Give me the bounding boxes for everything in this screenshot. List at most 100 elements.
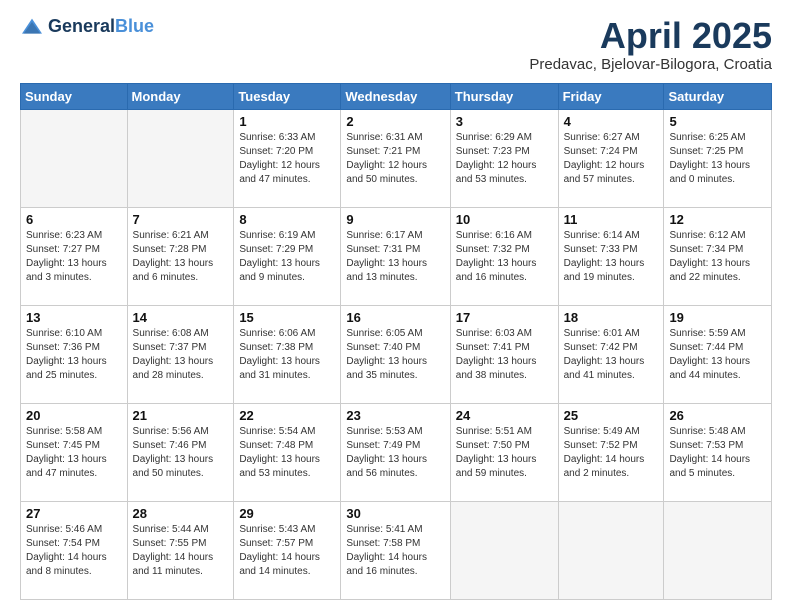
day-number: 2 (346, 114, 444, 129)
calendar-row-2: 13 Sunrise: 6:10 AM Sunset: 7:36 PM Dayli… (21, 305, 772, 403)
day-number: 26 (669, 408, 766, 423)
header-tuesday: Tuesday (234, 83, 341, 109)
header-sunday: Sunday (21, 83, 128, 109)
day-number: 16 (346, 310, 444, 325)
day-number: 12 (669, 212, 766, 227)
calendar-cell: 3Sunrise: 6:29 AM Sunset: 7:23 PM Daylig… (450, 109, 558, 207)
day-info: Sunrise: 6:08 AM Sunset: 7:37 PM Dayligh… (133, 327, 229, 383)
calendar-cell: 2 Sunrise: 6:31 AM Sunset: 7:21 PM Daylig… (341, 109, 450, 207)
day-number: 15 (239, 310, 335, 325)
day-number: 7 (133, 212, 229, 227)
calendar-cell: 17 Sunrise: 6:03 AM Sunset: 7:41 PM Dayli… (450, 305, 558, 403)
calendar-table: Sunday Monday Tuesday Wednesday Thursday… (20, 83, 772, 600)
day-number: 27 (26, 506, 122, 521)
day-info: Sunrise: 6:05 AM Sunset: 7:40 PM Dayligh… (346, 327, 444, 383)
logo-icon (20, 17, 44, 37)
day-number: 6 (26, 212, 122, 227)
day-number: 1 (239, 114, 335, 129)
day-number: 23 (346, 408, 444, 423)
day-info: Sunrise: 5:53 AM Sunset: 7:49 PM Dayligh… (346, 425, 444, 481)
day-number: 5 (669, 114, 766, 129)
calendar-cell: 16 Sunrise: 6:05 AM Sunset: 7:40 PM Dayli… (341, 305, 450, 403)
day-info: Sunrise: 5:43 AM Sunset: 7:57 PM Dayligh… (239, 523, 335, 579)
day-info: Sunrise: 6:17 AM Sunset: 7:31 PM Dayligh… (346, 229, 444, 285)
calendar-cell: 24 Sunrise: 5:51 AM Sunset: 7:50 PM Dayli… (450, 403, 558, 501)
calendar-cell: 10Sunrise: 6:16 AM Sunset: 7:32 PM Dayli… (450, 207, 558, 305)
day-info: Sunrise: 6:33 AM Sunset: 7:20 PM Dayligh… (239, 131, 335, 187)
day-number: 20 (26, 408, 122, 423)
calendar-row-1: 6 Sunrise: 6:23 AM Sunset: 7:27 PM Daylig… (21, 207, 772, 305)
day-info: Sunrise: 5:44 AM Sunset: 7:55 PM Dayligh… (133, 523, 229, 579)
calendar-row-3: 20Sunrise: 5:58 AM Sunset: 7:45 PM Dayli… (21, 403, 772, 501)
calendar-row-0: 1 Sunrise: 6:33 AM Sunset: 7:20 PM Daylig… (21, 109, 772, 207)
calendar-cell: 11 Sunrise: 6:14 AM Sunset: 7:33 PM Dayli… (558, 207, 664, 305)
day-info: Sunrise: 6:16 AM Sunset: 7:32 PM Dayligh… (456, 229, 553, 285)
day-number: 24 (456, 408, 553, 423)
day-info: Sunrise: 5:41 AM Sunset: 7:58 PM Dayligh… (346, 523, 444, 579)
day-number: 13 (26, 310, 122, 325)
calendar-cell: 22 Sunrise: 5:54 AM Sunset: 7:48 PM Dayli… (234, 403, 341, 501)
day-info: Sunrise: 6:21 AM Sunset: 7:28 PM Dayligh… (133, 229, 229, 285)
day-info: Sunrise: 6:25 AM Sunset: 7:25 PM Dayligh… (669, 131, 766, 187)
header-saturday: Saturday (664, 83, 772, 109)
day-number: 17 (456, 310, 553, 325)
day-info: Sunrise: 6:06 AM Sunset: 7:38 PM Dayligh… (239, 327, 335, 383)
header: GeneralBlue April 2025 Predavac, Bjelova… (20, 16, 772, 73)
logo-general: GeneralBlue (48, 16, 154, 37)
day-info: Sunrise: 5:59 AM Sunset: 7:44 PM Dayligh… (669, 327, 766, 383)
calendar-cell: 29 Sunrise: 5:43 AM Sunset: 7:57 PM Dayli… (234, 501, 341, 599)
weekday-header-row: Sunday Monday Tuesday Wednesday Thursday… (21, 83, 772, 109)
calendar-cell: 7 Sunrise: 6:21 AM Sunset: 7:28 PM Daylig… (127, 207, 234, 305)
calendar-cell: 1 Sunrise: 6:33 AM Sunset: 7:20 PM Daylig… (234, 109, 341, 207)
day-number: 11 (564, 212, 659, 227)
calendar-cell: 23 Sunrise: 5:53 AM Sunset: 7:49 PM Dayli… (341, 403, 450, 501)
calendar-cell (21, 109, 128, 207)
day-info: Sunrise: 6:03 AM Sunset: 7:41 PM Dayligh… (456, 327, 553, 383)
calendar-cell: 26 Sunrise: 5:48 AM Sunset: 7:53 PM Dayli… (664, 403, 772, 501)
calendar-cell: 15 Sunrise: 6:06 AM Sunset: 7:38 PM Dayli… (234, 305, 341, 403)
month-title: April 2025 (529, 16, 772, 56)
day-info: Sunrise: 6:10 AM Sunset: 7:36 PM Dayligh… (26, 327, 122, 383)
day-number: 14 (133, 310, 229, 325)
day-info: Sunrise: 5:51 AM Sunset: 7:50 PM Dayligh… (456, 425, 553, 481)
day-info: Sunrise: 5:56 AM Sunset: 7:46 PM Dayligh… (133, 425, 229, 481)
day-info: Sunrise: 5:48 AM Sunset: 7:53 PM Dayligh… (669, 425, 766, 481)
calendar-cell: 9 Sunrise: 6:17 AM Sunset: 7:31 PM Daylig… (341, 207, 450, 305)
calendar: Sunday Monday Tuesday Wednesday Thursday… (20, 83, 772, 600)
calendar-cell (450, 501, 558, 599)
day-number: 9 (346, 212, 444, 227)
header-monday: Monday (127, 83, 234, 109)
calendar-cell: 28 Sunrise: 5:44 AM Sunset: 7:55 PM Dayli… (127, 501, 234, 599)
day-number: 28 (133, 506, 229, 521)
day-number: 29 (239, 506, 335, 521)
day-info: Sunrise: 6:14 AM Sunset: 7:33 PM Dayligh… (564, 229, 659, 285)
day-info: Sunrise: 6:31 AM Sunset: 7:21 PM Dayligh… (346, 131, 444, 187)
day-info: Sunrise: 5:54 AM Sunset: 7:48 PM Dayligh… (239, 425, 335, 481)
page: GeneralBlue April 2025 Predavac, Bjelova… (0, 0, 792, 612)
calendar-cell: 21Sunrise: 5:56 AM Sunset: 7:46 PM Dayli… (127, 403, 234, 501)
calendar-cell: 19 Sunrise: 5:59 AM Sunset: 7:44 PM Dayli… (664, 305, 772, 403)
calendar-cell: 14 Sunrise: 6:08 AM Sunset: 7:37 PM Dayli… (127, 305, 234, 403)
day-info: Sunrise: 6:19 AM Sunset: 7:29 PM Dayligh… (239, 229, 335, 285)
header-thursday: Thursday (450, 83, 558, 109)
calendar-cell (558, 501, 664, 599)
calendar-cell: 27Sunrise: 5:46 AM Sunset: 7:54 PM Dayli… (21, 501, 128, 599)
day-number: 22 (239, 408, 335, 423)
day-number: 25 (564, 408, 659, 423)
header-right: April 2025 Predavac, Bjelovar-Bilogora, … (529, 16, 772, 73)
calendar-cell (664, 501, 772, 599)
location: Predavac, Bjelovar-Bilogora, Croatia (529, 56, 772, 73)
calendar-cell: 8 Sunrise: 6:19 AM Sunset: 7:29 PM Daylig… (234, 207, 341, 305)
calendar-cell: 20Sunrise: 5:58 AM Sunset: 7:45 PM Dayli… (21, 403, 128, 501)
day-info: Sunrise: 6:23 AM Sunset: 7:27 PM Dayligh… (26, 229, 122, 285)
day-number: 8 (239, 212, 335, 227)
day-number: 19 (669, 310, 766, 325)
calendar-cell: 25Sunrise: 5:49 AM Sunset: 7:52 PM Dayli… (558, 403, 664, 501)
day-number: 18 (564, 310, 659, 325)
day-info: Sunrise: 6:01 AM Sunset: 7:42 PM Dayligh… (564, 327, 659, 383)
logo: GeneralBlue (20, 16, 154, 37)
day-info: Sunrise: 6:12 AM Sunset: 7:34 PM Dayligh… (669, 229, 766, 285)
calendar-cell: 5 Sunrise: 6:25 AM Sunset: 7:25 PM Daylig… (664, 109, 772, 207)
calendar-cell: 4Sunrise: 6:27 AM Sunset: 7:24 PM Daylig… (558, 109, 664, 207)
calendar-cell: 30Sunrise: 5:41 AM Sunset: 7:58 PM Dayli… (341, 501, 450, 599)
